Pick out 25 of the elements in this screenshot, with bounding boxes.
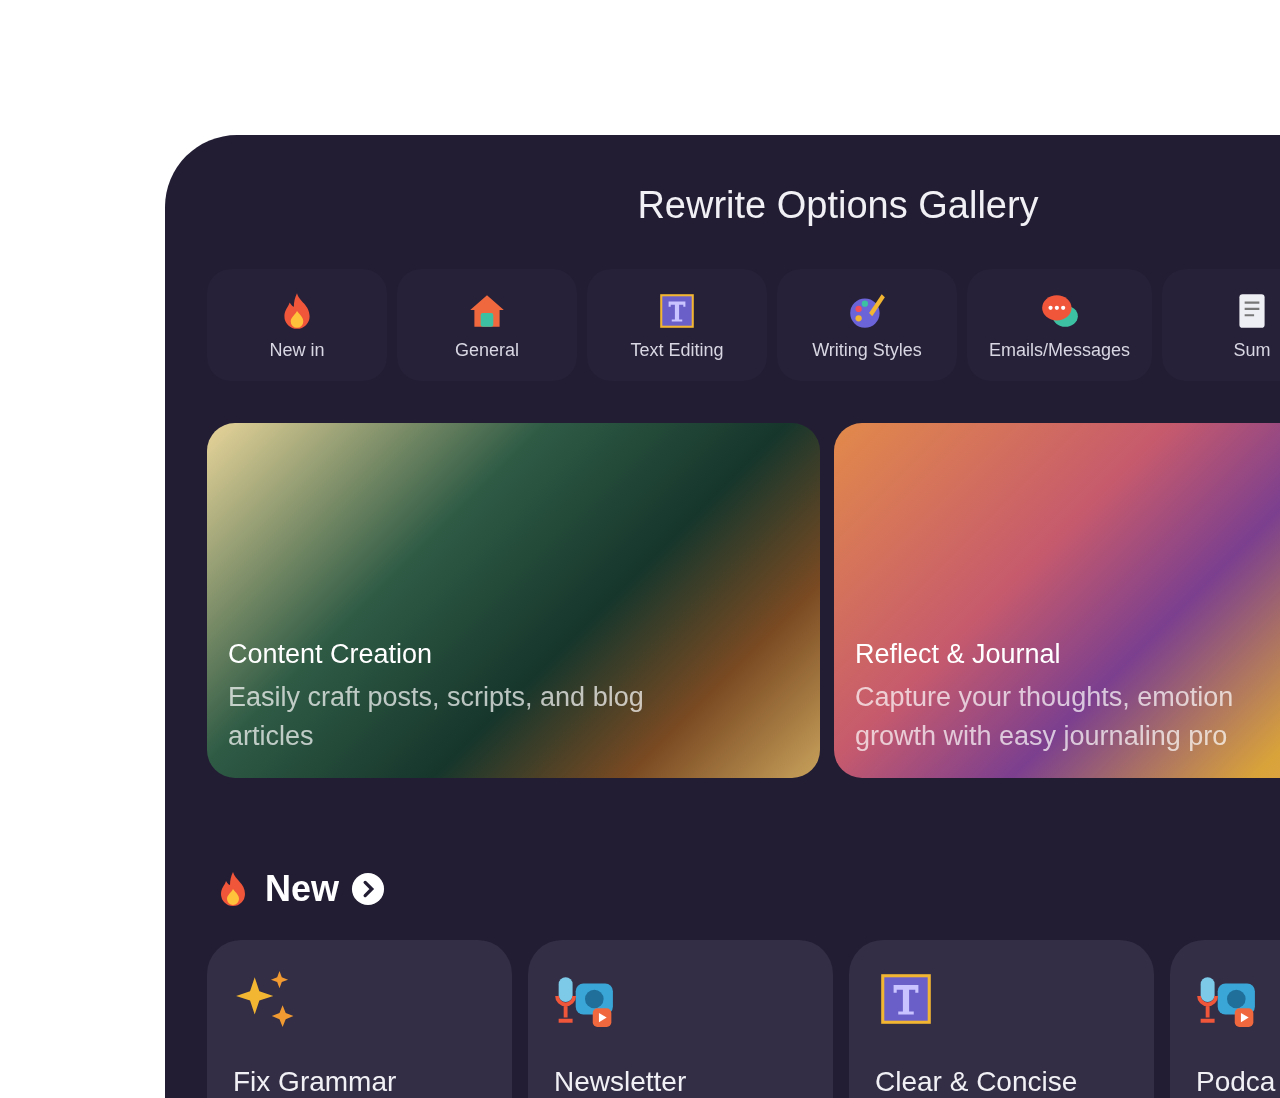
category-tab[interactable]: Writing Styles	[777, 269, 957, 381]
banner-description: Easily craft posts, scripts, and blog	[228, 681, 645, 714]
category-tab[interactable]: Text Editing	[587, 269, 767, 381]
chevron-right-icon[interactable]	[351, 872, 386, 906]
banner-title: Reflect & Journal	[855, 639, 1062, 670]
card-title: Fix Grammar	[233, 1066, 398, 1098]
banner-description: growth with easy journaling pro	[855, 720, 1229, 753]
option-card[interactable]: Clear & Concise	[849, 940, 1154, 1098]
card-title: Newsletter	[554, 1066, 688, 1098]
option-card[interactable]: Newsletter	[528, 940, 833, 1098]
banner-description: Capture your thoughts, emotion	[855, 681, 1235, 714]
card-title: Podca	[1196, 1066, 1277, 1098]
category-tab[interactable]: Sum	[1162, 269, 1280, 381]
option-card[interactable]: Podca	[1170, 940, 1280, 1098]
category-tab[interactable]: Emails/Messages	[967, 269, 1153, 381]
podcast-illustration[interactable]: Content Creation Easily craft posts, scripts, and blog articles	[207, 423, 820, 778]
relaxing-illustration[interactable]: Reflect & Journal Capture your thoughts, emotion growth with easy journaling pro	[834, 423, 1280, 778]
category-tab[interactable]: General	[397, 269, 577, 381]
option-card[interactable]: Fix Grammar	[207, 940, 512, 1098]
gallery-title: Rewrite Options Gallery	[636, 183, 1040, 228]
card-title: Clear & Concise	[875, 1066, 1079, 1098]
category-tab[interactable]: New in	[207, 269, 387, 381]
banner-title: Content Creation	[228, 639, 434, 670]
banner-description: articles	[228, 720, 315, 753]
section-title: New	[265, 868, 340, 910]
